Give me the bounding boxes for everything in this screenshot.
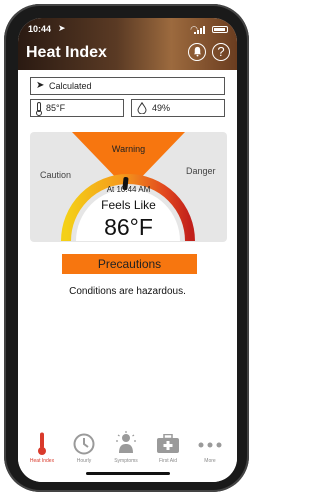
tab-symptoms[interactable]: Symptoms: [106, 428, 146, 472]
warning-label: Warning: [111, 144, 146, 154]
tab-more[interactable]: More: [190, 428, 230, 472]
app-screen: 10:44 ➤ ◠ Heat Index ? ➤ Calculated 85°F…: [18, 18, 237, 482]
humidity-value: 49%: [152, 103, 171, 113]
first-aid-kit-icon: [157, 434, 179, 453]
tab-label: First Aid: [158, 458, 178, 464]
page-title: Heat Index: [26, 44, 107, 61]
location-arrow-icon: ➤: [58, 23, 66, 33]
status-time: 10:44: [28, 24, 52, 34]
feels-like-value: 86°F: [104, 214, 153, 240]
clock-icon: [73, 433, 95, 455]
thermometer-icon: [36, 102, 42, 116]
water-drop-icon: [137, 102, 147, 114]
signal-icon: [194, 26, 205, 34]
tab-label: Heat Index: [29, 458, 55, 464]
location-arrow-icon: ➤: [36, 80, 45, 91]
gauge-time: At 10:44 AM: [106, 185, 151, 194]
more-dots-icon: [198, 442, 222, 448]
temperature-field[interactable]: 85°F: [30, 99, 124, 117]
home-indicator: [86, 472, 170, 475]
location-label: Calculated: [49, 81, 92, 91]
thermometer-icon: [38, 432, 46, 455]
feels-like-label: Feels Like: [101, 198, 156, 212]
tab-hourly[interactable]: Hourly: [64, 428, 104, 472]
person-sweating-icon: [116, 431, 136, 453]
tab-heat-index[interactable]: Heat Index: [22, 428, 62, 472]
caution-label: Caution: [40, 170, 72, 180]
notification-bell-icon[interactable]: [188, 43, 206, 61]
precautions-button[interactable]: Precautions: [62, 254, 197, 274]
status-bar: 10:44 ➤ ◠: [28, 23, 228, 36]
tab-label: Symptoms: [114, 458, 138, 464]
battery-icon: [212, 26, 228, 33]
help-icon[interactable]: ?: [212, 43, 230, 61]
tab-label: More: [204, 458, 216, 464]
heat-gauge: Warning Caution Danger At 10:44 AM Feels…: [30, 132, 227, 242]
header: 10:44 ➤ ◠ Heat Index ?: [18, 18, 237, 70]
tab-label: Hourly: [76, 458, 92, 464]
danger-label: Danger: [186, 166, 216, 176]
temperature-value: 85°F: [46, 103, 66, 113]
location-field[interactable]: ➤ Calculated: [30, 77, 225, 95]
phone-frame: 10:44 ➤ ◠ Heat Index ? ➤ Calculated 85°F…: [4, 4, 249, 492]
conditions-text: Conditions are hazardous.: [69, 286, 186, 297]
humidity-field[interactable]: 49%: [131, 99, 225, 117]
tab-first-aid[interactable]: First Aid: [148, 428, 188, 472]
